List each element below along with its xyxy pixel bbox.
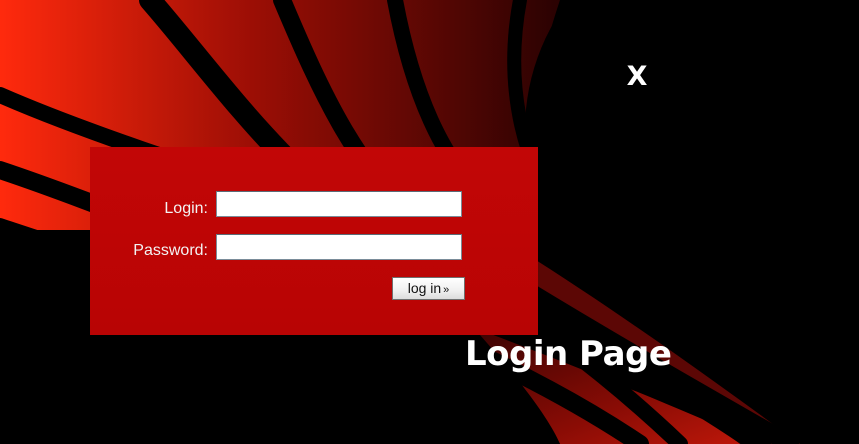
- login-input[interactable]: [216, 191, 462, 217]
- login-label: Login:: [164, 200, 208, 217]
- brand-mark: X: [626, 61, 648, 92]
- page-title: Login Page: [465, 334, 672, 374]
- password-input[interactable]: [216, 234, 462, 260]
- log-in-button-label: log in: [407, 280, 442, 296]
- double-chevron-right-icon: »: [443, 284, 450, 296]
- password-label: Password:: [133, 242, 208, 259]
- log-in-button[interactable]: log in»: [392, 277, 465, 300]
- login-form: Login: Password: log in»: [90, 147, 538, 335]
- login-screen: X Login: Password: log in» Login Page: [0, 0, 859, 444]
